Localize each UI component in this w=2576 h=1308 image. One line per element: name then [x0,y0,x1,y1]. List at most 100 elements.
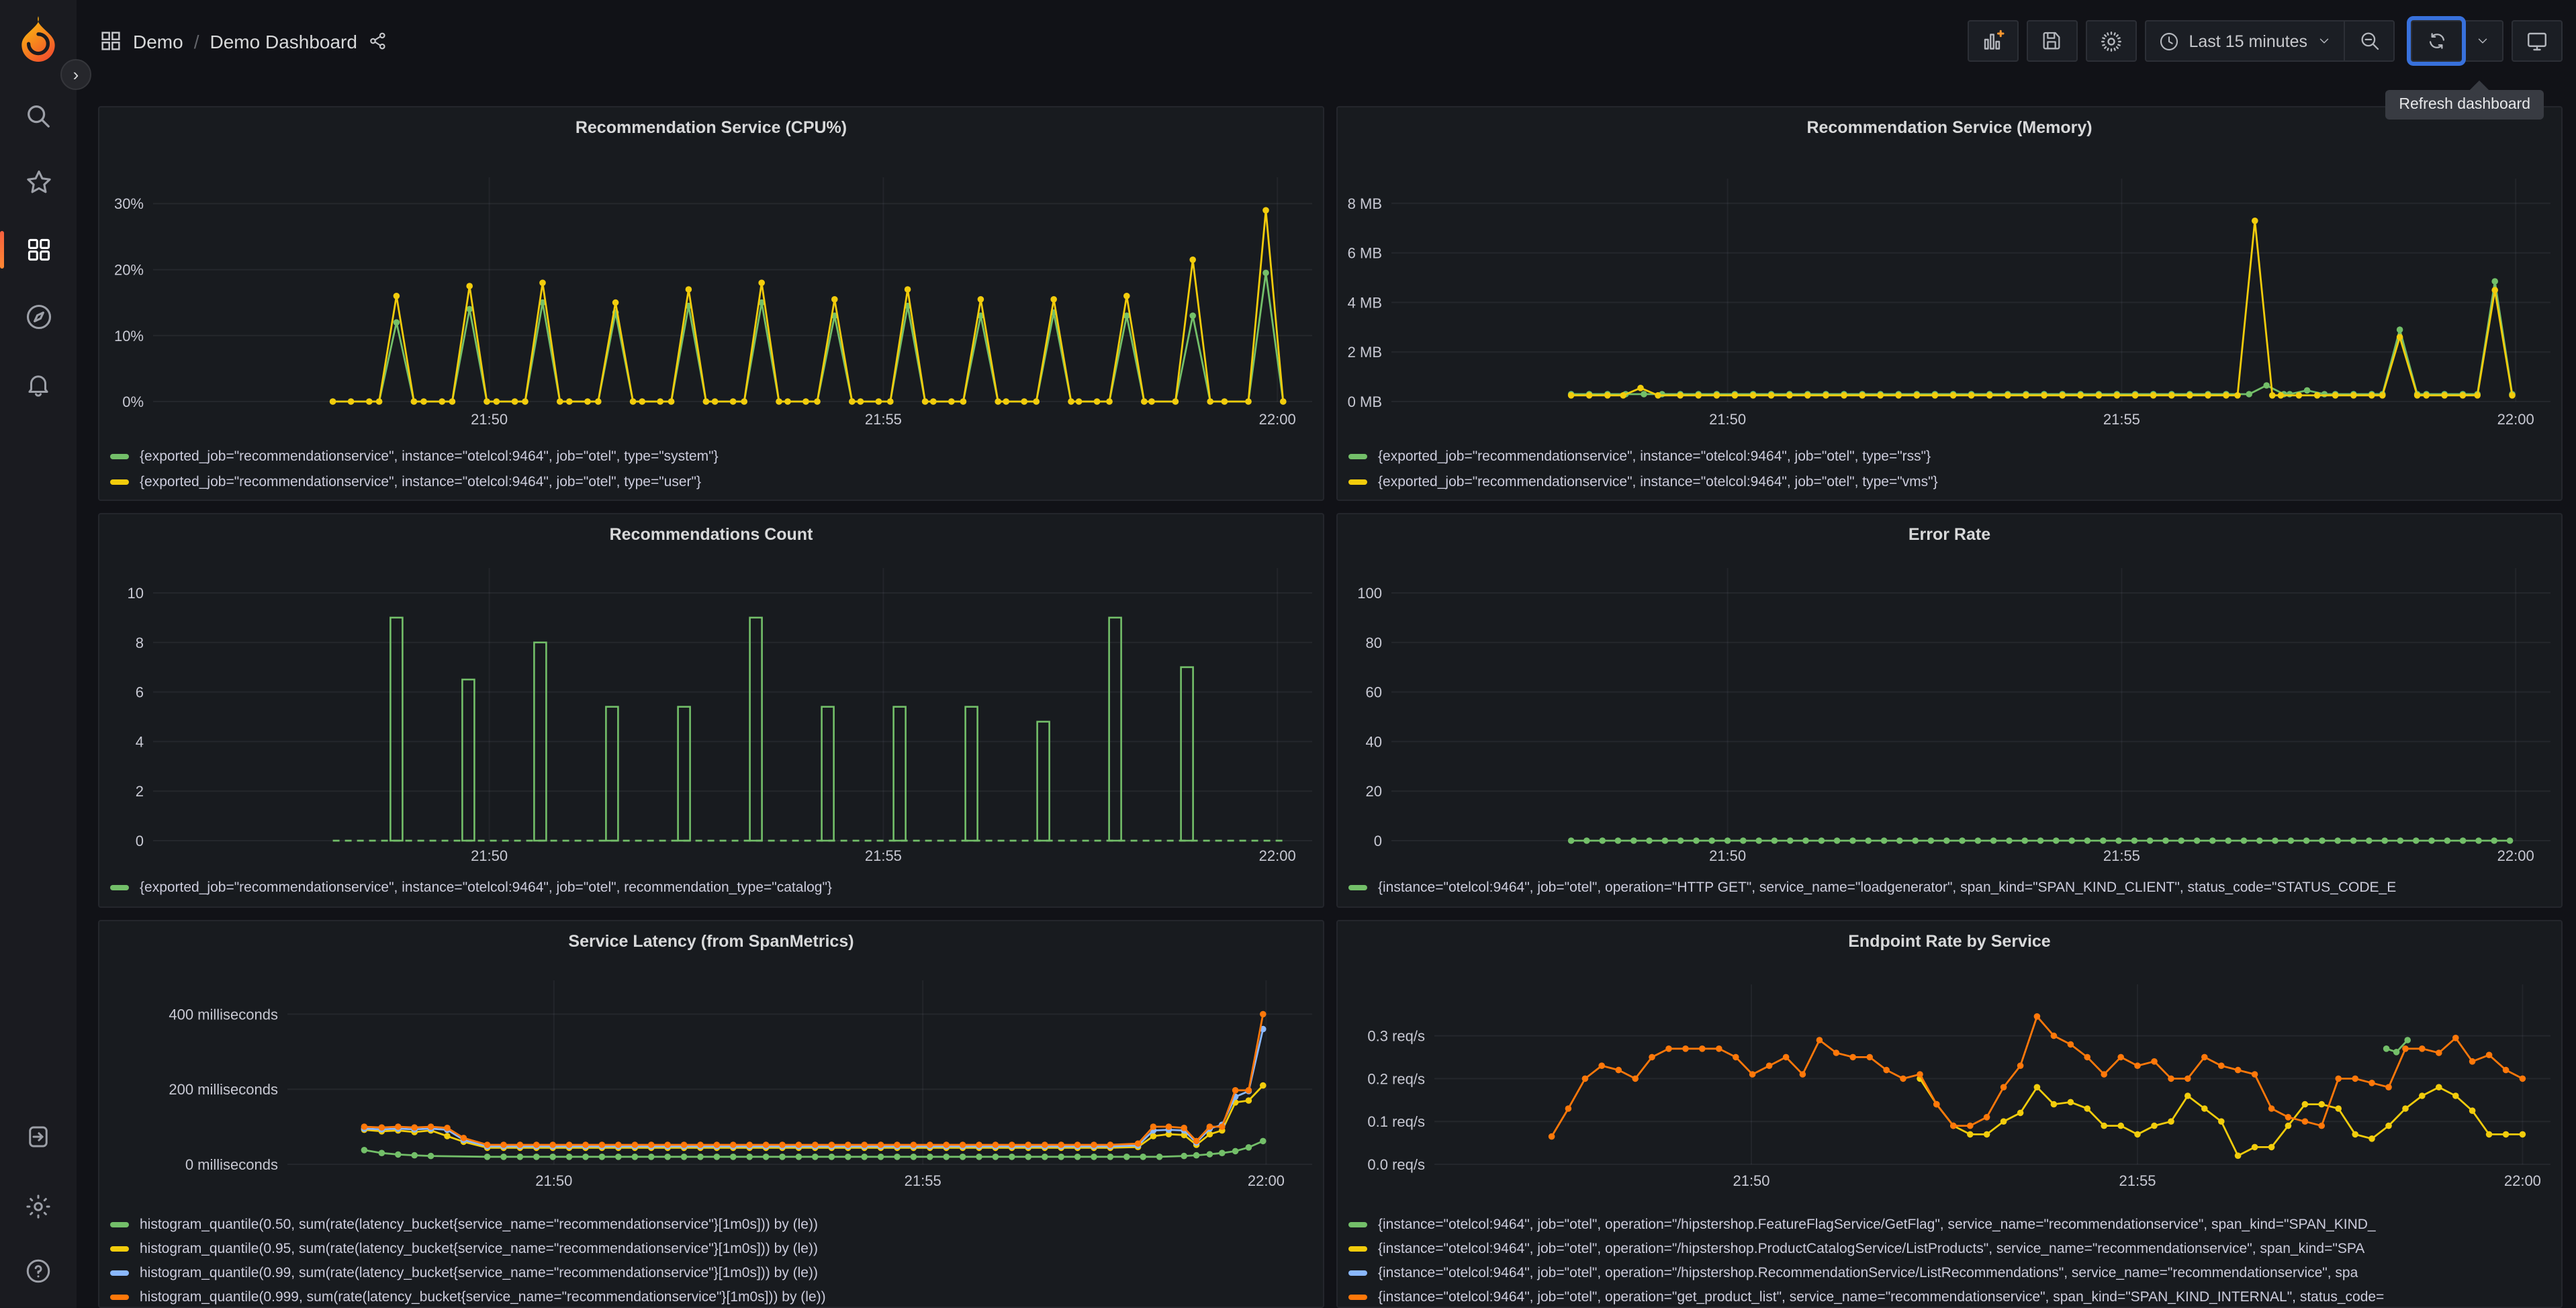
zoom-out-button[interactable] [2344,20,2395,62]
sidebar-item-help[interactable] [0,1244,77,1297]
time-range-picker[interactable]: Last 15 minutes [2144,20,2344,62]
active-indicator [0,231,4,269]
legend-item[interactable]: {instance="otelcol:9464", job="otel", op… [1348,1261,2561,1285]
sidebar-item-explore[interactable] [0,290,77,344]
legend-item[interactable]: {exported_job="recommendationservice", i… [110,443,1323,469]
sidebar-item-search[interactable] [0,89,77,142]
star-icon [26,170,50,193]
sidebar-item-starred[interactable] [0,156,77,209]
legend-color-chip [1348,1270,1367,1276]
panel-title[interactable]: Recommendation Service (Memory) [1338,107,2561,146]
panel-title[interactable]: Recommendations Count [99,514,1323,553]
legend-color-chip [110,1295,129,1300]
svg-text:4: 4 [136,733,144,750]
svg-text:0%: 0% [122,393,144,410]
zoom-out-icon [2360,32,2379,50]
timeseries-chart[interactable]: 21:50 21:55 22:00 0 20 40 60 80 100 [1338,553,2563,870]
timeseries-chart[interactable]: 21:50 21:55 22:00 0 MB 2 MB 4 MB 6 MB 8 MB [1338,146,2563,439]
legend-item[interactable]: histogram_quantile(0.95, sum(rate(latenc… [110,1237,1323,1261]
legend-item[interactable]: histogram_quantile(0.50, sum(rate(latenc… [110,1213,1323,1237]
svg-text:0: 0 [136,833,144,849]
legend-item[interactable]: {instance="otelcol:9464", job="otel", op… [1348,1285,2561,1307]
svg-text:21:50: 21:50 [1733,1172,1769,1189]
dashboard-header: Demo / Demo Dashboard Last 15 minutes Re… [77,0,2576,120]
svg-text:21:50: 21:50 [1709,411,1746,428]
svg-text:4 MB: 4 MB [1348,294,1382,311]
legend-item[interactable]: {instance="otelcol:9464", job="otel", op… [1348,874,2561,900]
panel-title[interactable]: Recommendation Service (CPU%) [99,107,1323,146]
legend-color-chip [1348,453,1367,459]
legend-label: histogram_quantile(0.50, sum(rate(latenc… [140,1217,818,1233]
dashboard-grid: Recommendation Service (CPU%) 21:50 21:55… [98,106,2563,1308]
legend-color-chip [1348,884,1367,890]
svg-text:0 milliseconds: 0 milliseconds [185,1156,278,1173]
legend: histogram_quantile(0.50, sum(rate(latenc… [99,1209,1323,1307]
legend-item[interactable]: {instance="otelcol:9464", job="otel", op… [1348,1213,2561,1237]
refresh-interval-dropdown[interactable] [2462,20,2503,62]
legend-label: {instance="otelcol:9464", job="otel", op… [1378,1265,2358,1281]
panel-cpu: Recommendation Service (CPU%) 21:50 21:55… [98,106,1324,501]
monitor-icon [2528,32,2546,50]
timeseries-chart[interactable]: 21:50 21:55 22:00 0% 10% 20% 30% [99,146,1324,439]
refresh-tooltip: Refresh dashboard [2385,90,2544,120]
kiosk-mode-button[interactable] [2512,20,2563,62]
dashboards-grid-icon [27,238,50,261]
svg-text:21:55: 21:55 [2103,411,2140,428]
refresh-icon [2429,33,2445,49]
legend-item[interactable]: {exported_job="recommendationservice", i… [1348,443,2561,469]
dashboard-settings-button[interactable] [2085,20,2137,62]
sidebar-expand-button[interactable]: › [60,59,91,90]
svg-text:8 MB: 8 MB [1348,195,1382,212]
svg-text:21:55: 21:55 [2119,1172,2156,1189]
sidebar-item-sign-in[interactable] [0,1109,77,1163]
sidebar-item-dashboards[interactable] [0,223,77,277]
legend-item[interactable]: {exported_job="recommendationservice", i… [1348,469,2561,494]
svg-text:0 MB: 0 MB [1348,393,1382,410]
breadcrumb-group[interactable]: Demo [133,30,183,52]
compass-icon [26,304,51,330]
legend-label: histogram_quantile(0.95, sum(rate(latenc… [140,1241,818,1257]
svg-text:0.2 req/s: 0.2 req/s [1367,1070,1425,1087]
question-circle-icon [26,1258,50,1282]
search-icon [28,105,50,127]
sign-in-icon [29,1125,48,1147]
refresh-dashboard-button[interactable] [2411,20,2462,62]
legend-label: {exported_job="recommendationservice", i… [140,879,832,895]
svg-text:0.0 req/s: 0.0 req/s [1367,1156,1425,1173]
toolbar: Last 15 minutes Refresh dashboard [1967,20,2563,120]
legend-item[interactable]: histogram_quantile(0.99, sum(rate(latenc… [110,1261,1323,1285]
save-dashboard-button[interactable] [2026,20,2078,62]
gear-icon [26,1194,50,1218]
breadcrumb-dashboard[interactable]: Demo Dashboard [210,30,357,52]
sidebar-item-alerting[interactable] [0,357,77,411]
svg-text:80: 80 [1366,635,1382,651]
svg-text:0: 0 [1374,833,1382,849]
timeseries-chart[interactable]: 21:50 21:55 22:00 0.0 req/s 0.1 req/s 0.2 req… [1338,960,2563,1209]
time-range-label: Last 15 minutes [2189,32,2308,50]
legend-item[interactable]: {exported_job="recommendationservice", i… [110,874,1323,900]
panel-title[interactable]: Error Rate [1338,514,2561,553]
panel-title[interactable]: Service Latency (from SpanMetrics) [99,921,1323,960]
sidebar: › [0,0,91,1308]
dashboards-grid-icon[interactable] [99,30,122,52]
share-icon[interactable] [368,31,388,51]
legend: {instance="otelcol:9464", job="otel", op… [1338,1209,2561,1307]
legend-item[interactable]: {exported_job="recommendationservice", i… [110,469,1323,494]
add-panel-button[interactable] [1967,20,2019,62]
panel-endpoint-rate: Endpoint Rate by Service 21:50 21:55 22:00… [1336,920,2563,1308]
legend-color-chip [1348,1222,1367,1227]
legend-item[interactable]: histogram_quantile(0.999, sum(rate(laten… [110,1285,1323,1307]
legend: {exported_job="recommendationservice", i… [99,870,1323,900]
sidebar-item-settings[interactable] [0,1179,77,1233]
legend-color-chip [110,1270,129,1276]
grafana-logo-icon[interactable] [13,13,63,63]
legend-label: {instance="otelcol:9464", job="otel", op… [1378,879,2397,895]
panel-recommendations-count: Recommendations Count 21:50 21:55 22:00 0 2 4… [98,513,1324,908]
timeseries-chart[interactable]: 21:50 21:55 22:00 0 milliseconds 200 millise… [99,960,1324,1209]
svg-text:22:00: 22:00 [1248,1172,1285,1189]
panel-title[interactable]: Endpoint Rate by Service [1338,921,2561,960]
legend-item[interactable]: {instance="otelcol:9464", job="otel", op… [1348,1237,2561,1261]
svg-text:21:55: 21:55 [2103,847,2140,864]
panel-service-latency: Service Latency (from SpanMetrics) 21:50… [98,920,1324,1308]
timeseries-chart[interactable]: 21:50 21:55 22:00 0 2 4 6 8 10 [99,553,1324,870]
